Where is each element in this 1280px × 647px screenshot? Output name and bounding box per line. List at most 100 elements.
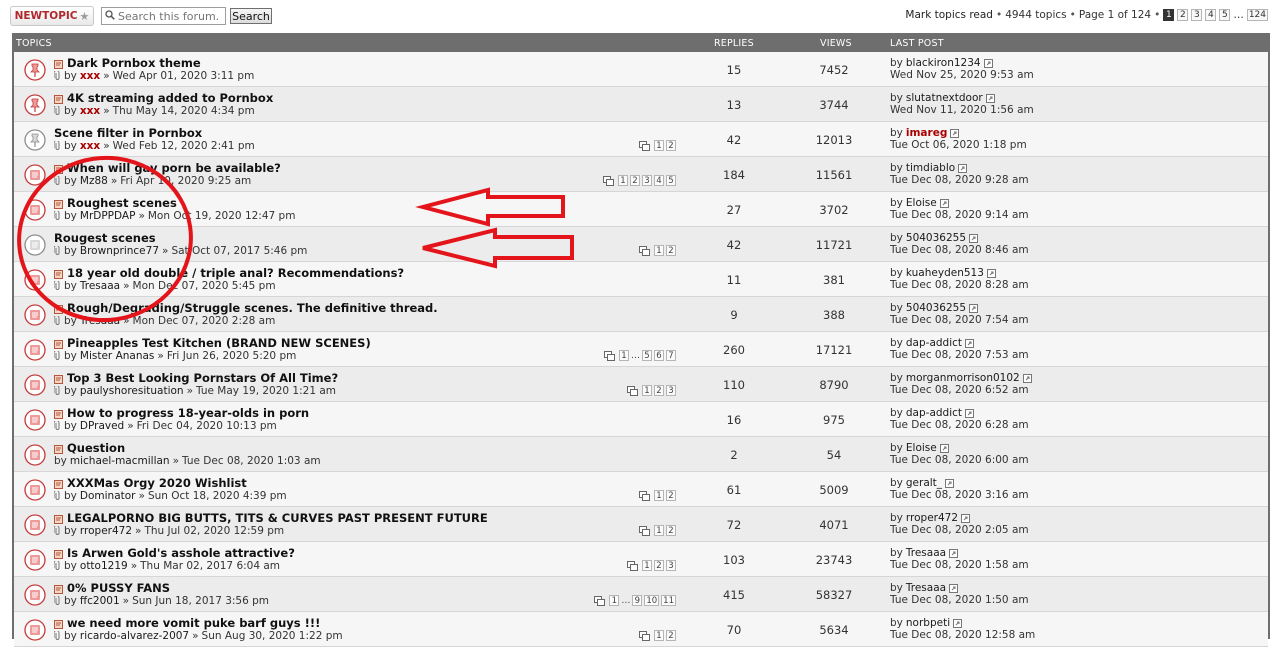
last-post-author-link[interactable]: rroper472 (906, 512, 958, 524)
new-post-icon[interactable] (54, 339, 63, 349)
last-post-author-link[interactable]: dap-addict (906, 407, 962, 419)
new-post-icon[interactable] (54, 549, 63, 559)
topic-title-link[interactable]: 4K streaming added to Pornbox (67, 91, 273, 105)
last-post-author-link[interactable]: Tresaaa (906, 582, 946, 594)
topic-title-link[interactable]: Rougest scenes (54, 231, 156, 245)
view-latest-post-icon[interactable] (953, 618, 963, 628)
topic-page-link[interactable]: 2 (666, 525, 676, 536)
topic-page-link[interactable]: 1 (619, 350, 629, 361)
topic-page-link[interactable]: 3 (642, 175, 652, 186)
page-link-last[interactable]: 124 (1246, 9, 1268, 21)
topic-page-link[interactable]: 2 (654, 560, 664, 571)
topic-page-link[interactable]: 1 (654, 490, 664, 501)
page-link-1[interactable]: 1 (1163, 9, 1175, 21)
topic-title-link[interactable]: we need more vomit puke barf guys !!! (67, 616, 320, 630)
topic-author-link[interactable]: Mister Ananas (80, 350, 155, 362)
last-post-author-link[interactable]: imareg (906, 127, 947, 139)
topic-author-link[interactable]: michael-macmillan (70, 455, 170, 467)
view-latest-post-icon[interactable] (983, 58, 993, 68)
topic-page-link[interactable]: 2 (630, 175, 640, 186)
view-latest-post-icon[interactable] (969, 233, 979, 243)
topic-page-link[interactable]: 3 (666, 385, 676, 396)
topic-page-link[interactable]: 10 (644, 595, 660, 606)
topic-author-link[interactable]: paulyshoresituation (80, 385, 184, 397)
topic-page-link[interactable]: 2 (666, 490, 676, 501)
topic-author-link[interactable]: Mz88 (80, 175, 108, 187)
topic-page-link[interactable]: 2 (654, 385, 664, 396)
last-post-author-link[interactable]: Eloise (906, 442, 937, 454)
last-post-author-link[interactable]: timdiablo (906, 162, 955, 174)
last-post-author-link[interactable]: 504036255 (906, 302, 966, 314)
view-latest-post-icon[interactable] (986, 268, 996, 278)
new-post-icon[interactable] (54, 409, 63, 419)
topic-page-link[interactable]: 1 (654, 630, 664, 641)
topic-page-link[interactable]: 7 (666, 350, 676, 361)
last-post-author-link[interactable]: Eloise (906, 197, 937, 209)
topic-page-link[interactable]: 2 (666, 140, 676, 151)
new-post-icon[interactable] (54, 94, 63, 104)
topic-page-link[interactable]: 2 (666, 630, 676, 641)
topic-page-link[interactable]: 9 (632, 595, 643, 606)
topic-page-link[interactable]: 1 (654, 245, 664, 256)
view-latest-post-icon[interactable] (945, 478, 955, 488)
search-button[interactable]: Search (230, 8, 272, 24)
topic-author-link[interactable]: otto1219 (80, 560, 128, 572)
topic-author-link[interactable]: MrDPPDAP (80, 210, 136, 222)
topic-page-link[interactable]: 11 (661, 595, 676, 606)
new-post-icon[interactable] (54, 374, 63, 384)
new-post-icon[interactable] (54, 619, 63, 629)
last-post-author-link[interactable]: dap-addict (906, 337, 962, 349)
forum-search-box[interactable] (101, 7, 226, 25)
new-post-icon[interactable] (54, 59, 63, 69)
topic-title-link[interactable]: Pineapples Test Kitchen (BRAND NEW SCENE… (67, 336, 371, 350)
topic-page-link[interactable]: 5 (666, 175, 676, 186)
new-post-icon[interactable] (54, 269, 63, 279)
topic-page-link[interactable]: 2 (666, 245, 676, 256)
new-post-icon[interactable] (54, 304, 63, 314)
topic-author-link[interactable]: DPraved (80, 420, 124, 432)
topic-page-link[interactable]: 3 (666, 560, 676, 571)
topic-author-link[interactable]: rroper472 (80, 525, 132, 537)
topic-title-link[interactable]: XXXMas Orgy 2020 Wishlist (67, 476, 247, 490)
view-latest-post-icon[interactable] (965, 408, 975, 418)
last-post-author-link[interactable]: norbpeti (906, 617, 950, 629)
topic-author-link[interactable]: xxx (80, 140, 100, 152)
topic-author-link[interactable]: Brownprince77 (80, 245, 159, 257)
search-input[interactable] (118, 9, 218, 23)
new-post-icon[interactable] (54, 164, 63, 174)
topic-title-link[interactable]: When will gay porn be available? (67, 161, 281, 175)
topic-title-link[interactable]: Is Arwen Gold's asshole attractive? (67, 546, 295, 560)
topic-author-link[interactable]: ffc2001 (80, 595, 120, 607)
view-latest-post-icon[interactable] (958, 163, 968, 173)
topic-title-link[interactable]: 18 year old double / triple anal? Recomm… (67, 266, 404, 280)
topic-page-link[interactable]: 1 (642, 560, 652, 571)
last-post-author-link[interactable]: Tresaaa (906, 547, 946, 559)
last-post-author-link[interactable]: slutatnextdoor (906, 92, 983, 104)
topic-page-link[interactable]: 1 (654, 140, 664, 151)
view-latest-post-icon[interactable] (969, 303, 979, 313)
topic-page-link[interactable]: 1 (609, 595, 620, 606)
topic-page-link[interactable]: 6 (654, 350, 664, 361)
last-post-author-link[interactable]: geralt_ (906, 477, 942, 489)
topic-author-link[interactable]: Tresaaa (80, 280, 120, 292)
topic-page-link[interactable]: 5 (642, 350, 652, 361)
last-post-author-link[interactable]: blackiron1234 (906, 57, 981, 69)
new-post-icon[interactable] (54, 584, 63, 594)
topic-title-link[interactable]: 0% PUSSY FANS (67, 581, 170, 595)
page-link-4[interactable]: 4 (1205, 9, 1217, 21)
view-latest-post-icon[interactable] (950, 128, 960, 138)
view-latest-post-icon[interactable] (949, 548, 959, 558)
topic-title-link[interactable]: Scene filter in Pornbox (54, 126, 202, 140)
topic-title-link[interactable]: How to progress 18-year-olds in porn (67, 406, 309, 420)
topic-author-link[interactable]: Dominator (80, 490, 136, 502)
new-post-icon[interactable] (54, 479, 63, 489)
page-link-5[interactable]: 5 (1219, 9, 1231, 21)
topic-author-link[interactable]: Tresaaa (80, 315, 120, 327)
view-latest-post-icon[interactable] (939, 443, 949, 453)
mark-topics-read-link[interactable]: Mark topics read (905, 9, 993, 21)
topic-title-link[interactable]: Question (67, 441, 125, 455)
new-post-icon[interactable] (54, 514, 63, 524)
new-post-icon[interactable] (54, 199, 63, 209)
view-latest-post-icon[interactable] (965, 338, 975, 348)
view-latest-post-icon[interactable] (1022, 373, 1032, 383)
